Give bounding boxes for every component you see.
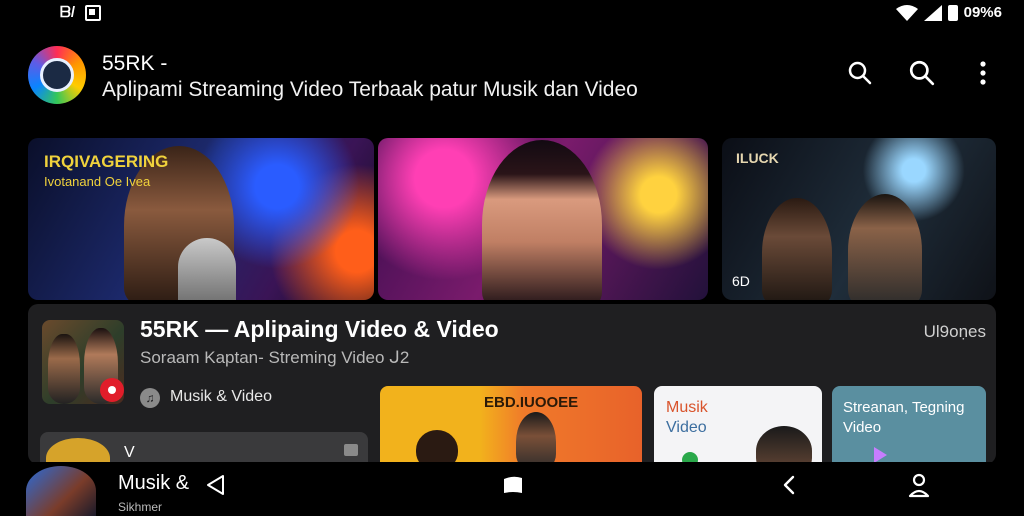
record-icon (100, 378, 124, 402)
video-tile-2-line2: Video (666, 419, 707, 436)
battery-percent: 09%6 (963, 4, 1002, 21)
music-note-icon: ♫ (140, 388, 160, 408)
hero-card-band-badge: 6D (732, 273, 750, 289)
hero-subtitle-line: Ivotanand Oe Ivea (44, 174, 151, 189)
featured-subtitle: Soraam Kaptan- Streming Video ᒍ2 (140, 348, 410, 367)
search-icon[interactable] (845, 58, 875, 88)
profile-icon[interactable] (906, 472, 932, 498)
video-tile-1-label: EBD.IUOOEE (484, 394, 579, 411)
mini-card-text: V (124, 444, 135, 461)
home-square-icon[interactable] (500, 472, 526, 498)
video-tile-2-line1: Musik (666, 399, 708, 416)
video-tile-3-line1: Streanan, Tegning (843, 399, 965, 416)
video-tile-3-line2: Video (843, 419, 882, 436)
app-name: 55RK - (102, 52, 168, 75)
now-playing-label[interactable]: Musik & (118, 472, 189, 495)
back-triangle-icon[interactable] (202, 472, 228, 498)
app-logo[interactable] (28, 46, 86, 104)
video-tile-3-label: Streanan, Tegning Video (843, 398, 965, 438)
back-chevron-icon[interactable] (776, 472, 802, 498)
featured-category[interactable]: Musik & Video (170, 388, 272, 406)
search-icon[interactable] (907, 58, 937, 88)
status-bar-left: ᗷ/ (60, 4, 101, 21)
more-vert-icon[interactable] (968, 58, 998, 88)
wifi-icon (895, 4, 918, 21)
hero-card-title: IRQIVAGERING Ivotanand Oe Ivea (44, 152, 168, 192)
hero-card-woman[interactable] (378, 138, 708, 300)
video-tile-2-label: Musik Video (666, 398, 708, 438)
now-playing-avatar[interactable] (26, 466, 96, 516)
hero-card-band-title: ILUCK (736, 150, 779, 166)
app-subtitle: Aplipami Streaming Video Terbaak patur M… (102, 78, 638, 101)
signal-icon (923, 4, 942, 21)
status-bar-right: 09%6 (895, 4, 1002, 21)
bookmark-icon[interactable] (344, 444, 358, 456)
square-icon (85, 4, 101, 21)
battery-icon (947, 4, 958, 21)
hero-title-line: IRQIVAGERING (44, 152, 169, 171)
featured-views: Ul9oṇes (923, 322, 986, 341)
featured-title[interactable]: 55RK — Aplipaing Video & Video (140, 316, 499, 343)
notification-glyph: ᗷ/ (60, 4, 75, 21)
